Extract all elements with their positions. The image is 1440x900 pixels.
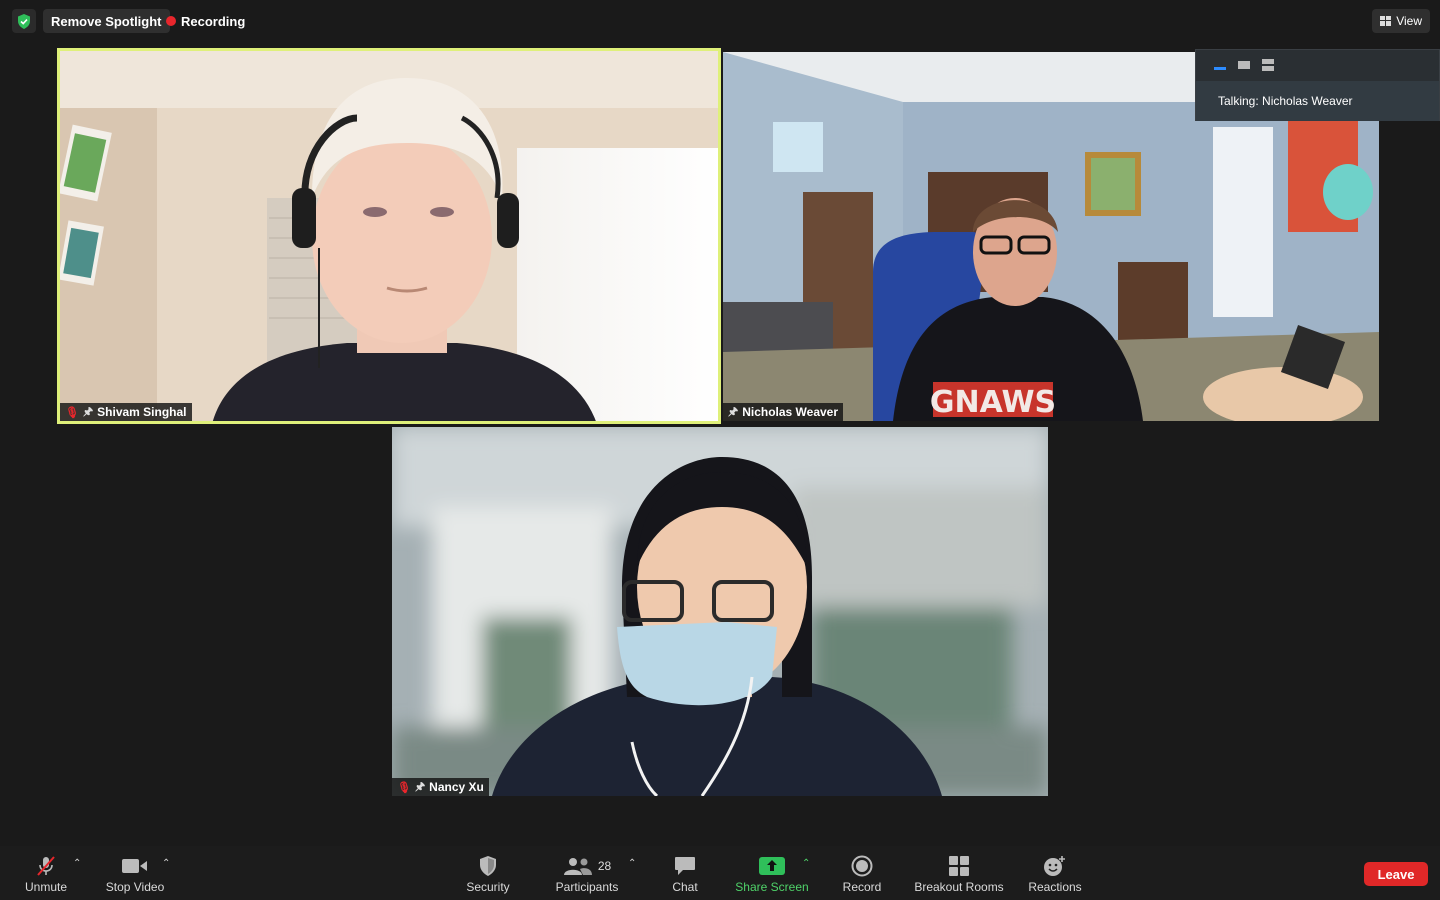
talking-panel: Talking: Nicholas Weaver <box>1195 49 1440 121</box>
shirt-text: GNAWS <box>930 385 1056 420</box>
security-shield-icon <box>479 855 497 877</box>
video-camera-icon <box>122 855 148 877</box>
video-options-caret-icon[interactable]: ⌃ <box>162 858 170 869</box>
participant-name: Nancy Xu <box>429 780 484 794</box>
record-icon <box>851 855 873 877</box>
muted-microphone-icon <box>35 855 57 877</box>
participant-name: Nicholas Weaver <box>742 405 839 419</box>
meeting-toolbar: Unmute ⌃ Stop Video ⌃ Security 28 Partic… <box>0 846 1440 900</box>
view-label: View <box>1396 14 1422 28</box>
panel-view-controls <box>1214 58 1274 72</box>
record-button[interactable]: Record <box>836 846 888 900</box>
minimize-panel-icon[interactable] <box>1214 66 1226 70</box>
participants-label: Participants <box>555 880 619 894</box>
remove-spotlight-button[interactable]: Remove Spotlight <box>43 9 170 33</box>
security-label: Security <box>466 880 510 894</box>
participants-options-caret-icon[interactable]: ⌃ <box>628 858 636 869</box>
pin-icon: 🖈 <box>82 405 94 418</box>
breakout-rooms-button[interactable]: Breakout Rooms <box>908 846 1010 900</box>
participant-name-label: 🎙 🖈 Shivam Singhal <box>60 403 192 421</box>
multi-video-icon[interactable] <box>1262 59 1274 71</box>
video-feed <box>392 427 1048 796</box>
share-screen-label: Share Screen <box>735 880 809 894</box>
video-feed <box>57 48 721 424</box>
leave-label: Leave <box>1377 866 1415 882</box>
chat-bubble-icon <box>674 855 696 877</box>
recording-dot-icon <box>166 16 176 26</box>
share-screen-button[interactable]: Share Screen <box>730 846 814 900</box>
audio-options-caret-icon[interactable]: ⌃ <box>73 858 81 869</box>
pin-icon: 🖈 <box>414 780 426 793</box>
talking-indicator: Talking: Nicholas Weaver <box>1196 81 1439 121</box>
top-bar: Remove Spotlight Recording View <box>0 0 1440 44</box>
participants-icon <box>563 858 592 875</box>
encryption-shield-icon[interactable] <box>12 9 36 33</box>
video-tile-nancy[interactable]: 🎙 🖈 Nancy Xu <box>392 427 1048 796</box>
reactions-emoji-icon <box>1043 855 1067 877</box>
reactions-label: Reactions <box>1028 880 1082 894</box>
share-screen-icon <box>759 855 785 877</box>
chat-label: Chat <box>672 880 698 894</box>
recording-indicator[interactable]: Recording <box>160 9 251 33</box>
video-tile-shivam[interactable]: 🎙 🖈 Shivam Singhal <box>57 48 721 424</box>
unmute-label: Unmute <box>24 880 68 894</box>
muted-mic-icon: 🎙 <box>397 781 411 794</box>
share-options-caret-icon[interactable]: ⌃ <box>802 858 810 869</box>
reactions-button[interactable]: Reactions <box>1024 846 1086 900</box>
record-label: Record <box>842 880 882 894</box>
remove-spotlight-label: Remove Spotlight <box>51 13 162 29</box>
single-video-icon[interactable] <box>1238 61 1250 69</box>
participant-name: Shivam Singhal <box>97 405 187 419</box>
recording-label: Recording <box>181 13 246 29</box>
participants-group: 28 <box>563 855 611 877</box>
pin-icon: 🖈 <box>728 405 739 418</box>
security-button[interactable]: Security <box>458 846 518 900</box>
leave-button[interactable]: Leave <box>1364 862 1428 886</box>
talking-label: Talking: Nicholas Weaver <box>1218 94 1353 108</box>
grid-view-icon <box>1380 16 1392 26</box>
view-button[interactable]: View <box>1372 9 1430 33</box>
participant-name-label: 🎙 🖈 Nancy Xu <box>392 778 489 796</box>
stop-video-button[interactable]: Stop Video <box>100 846 170 900</box>
unmute-button[interactable]: Unmute <box>16 846 76 900</box>
participant-name-label: 🖈 Nicholas Weaver <box>723 403 844 421</box>
stop-video-label: Stop Video <box>105 880 165 894</box>
chat-button[interactable]: Chat <box>662 846 708 900</box>
participants-button[interactable]: 28 Participants <box>548 846 626 900</box>
participant-count: 28 <box>597 859 612 873</box>
muted-mic-icon: 🎙 <box>65 406 79 419</box>
breakout-rooms-label: Breakout Rooms <box>914 880 1004 894</box>
breakout-rooms-icon <box>948 855 970 877</box>
